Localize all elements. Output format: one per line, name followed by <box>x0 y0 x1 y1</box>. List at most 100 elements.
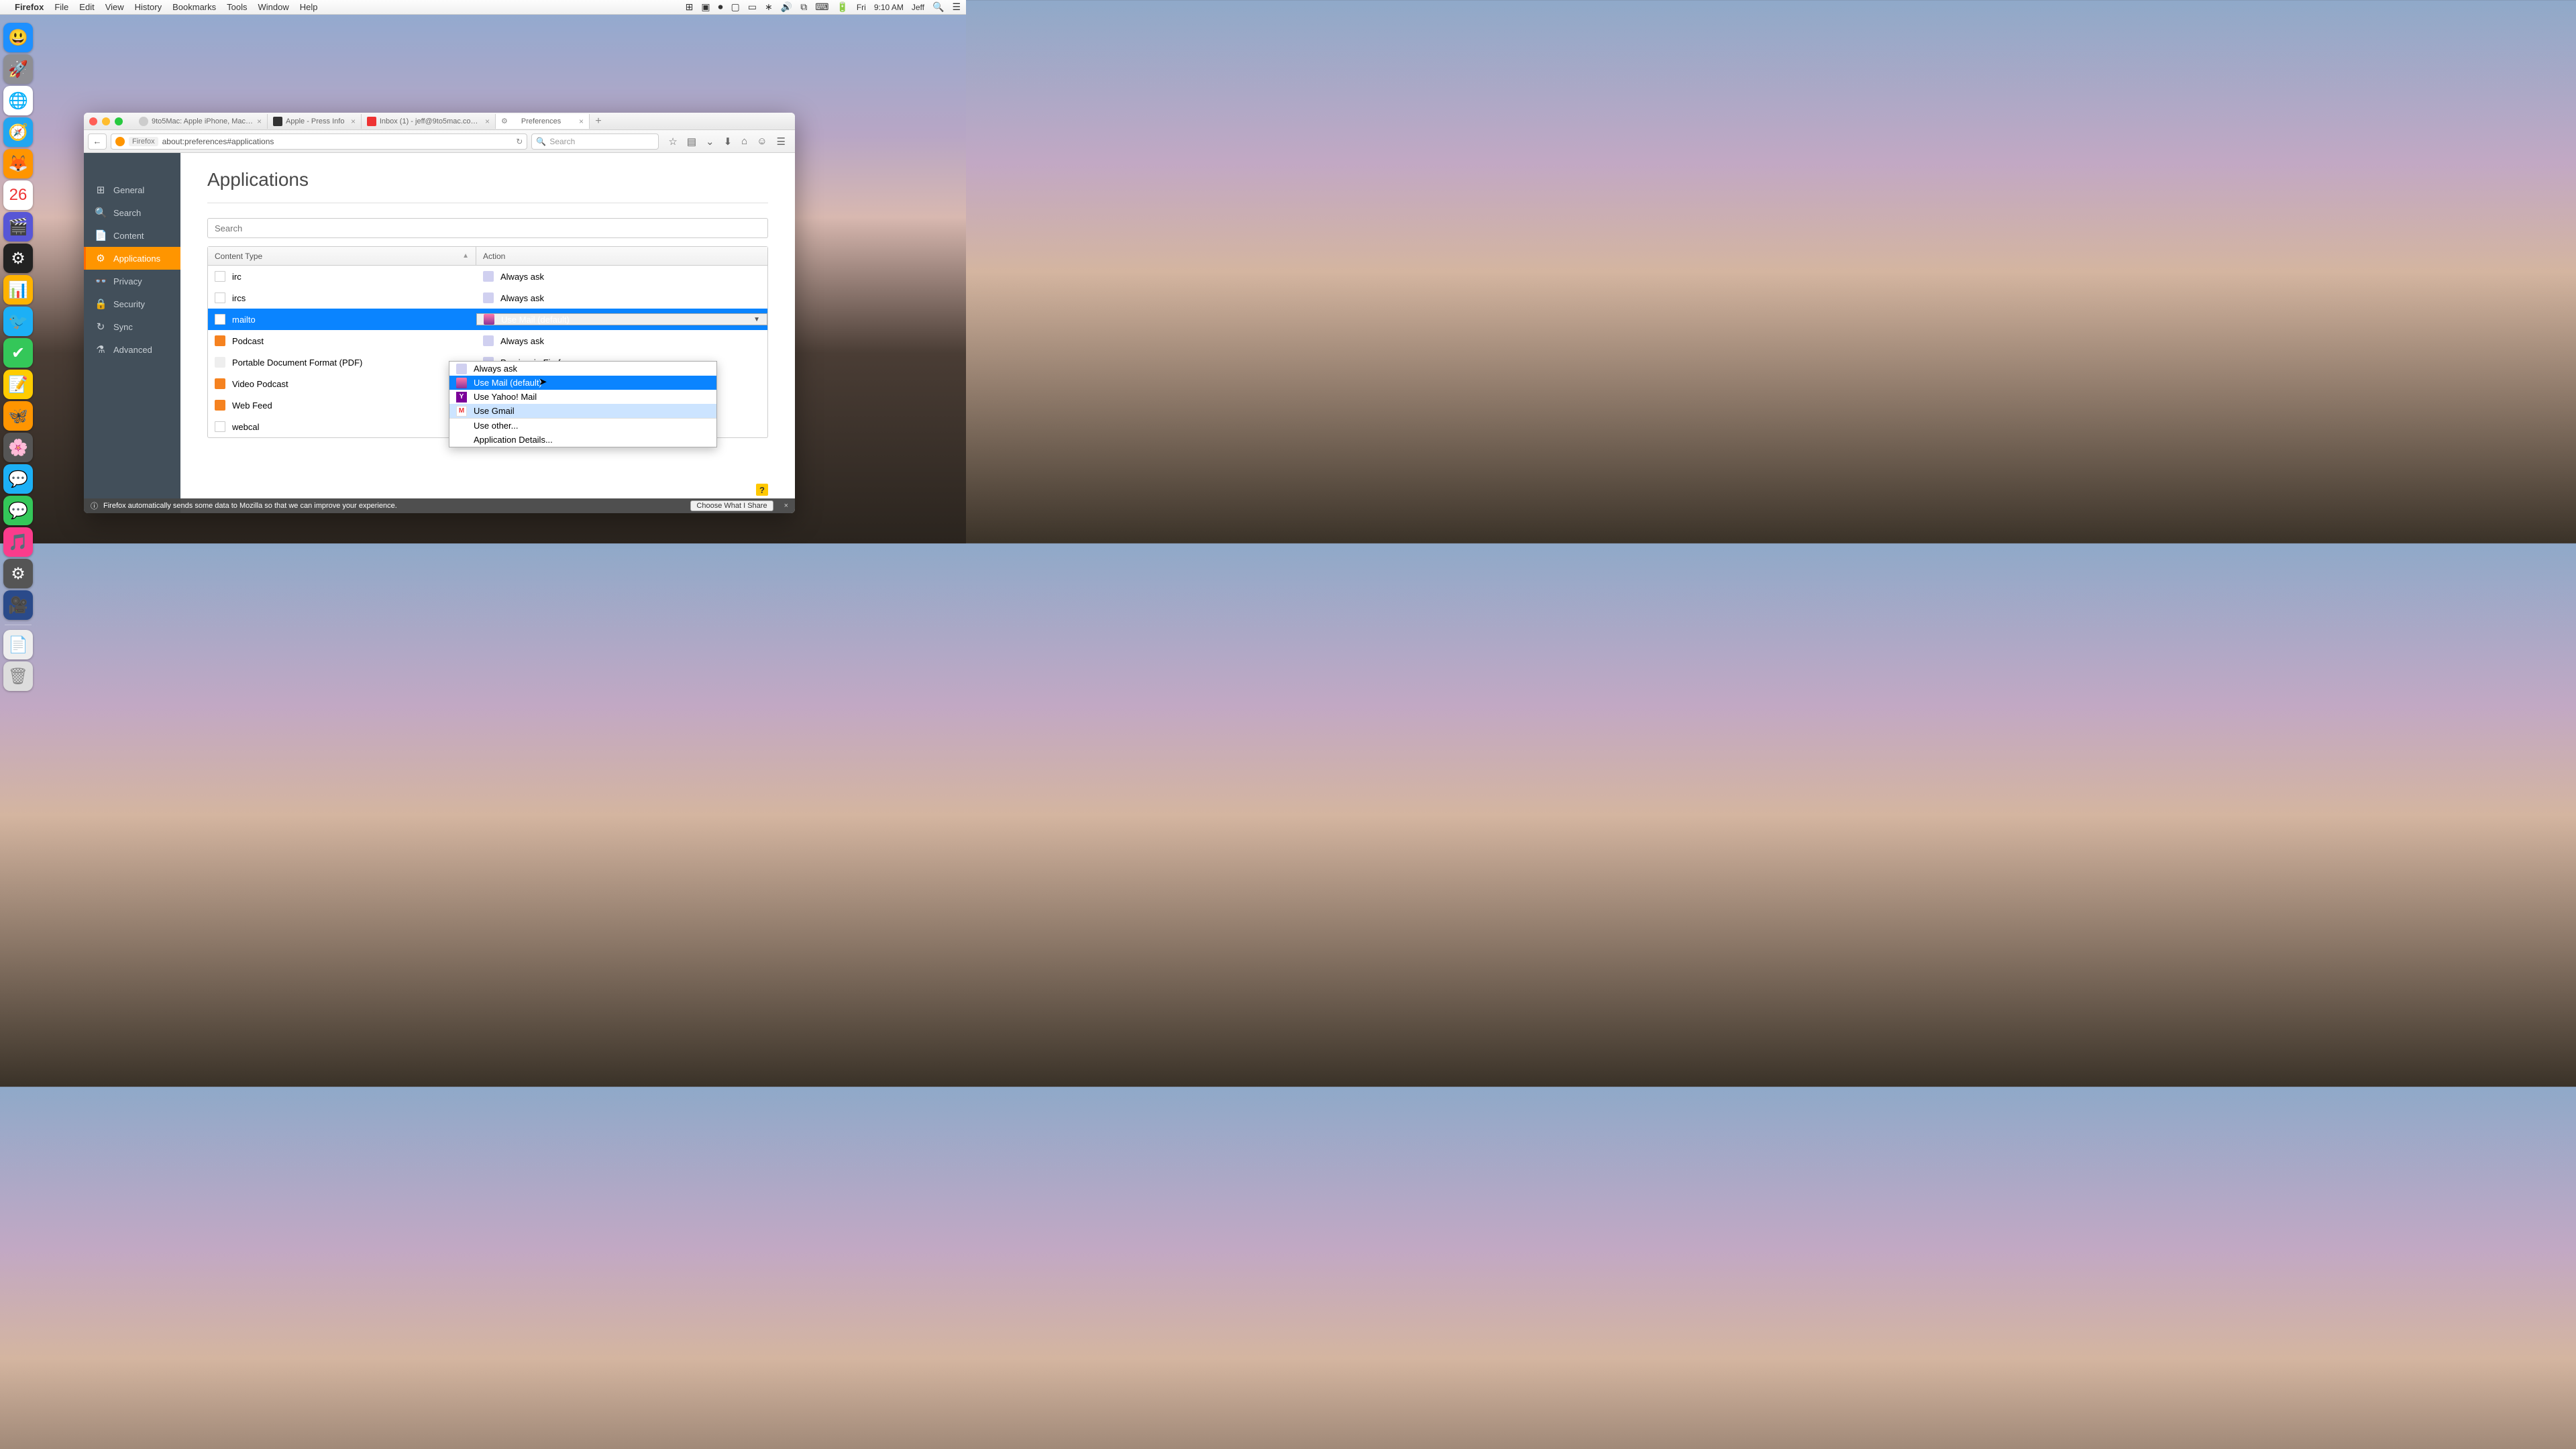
dropdown-item[interactable]: Always ask <box>449 362 716 376</box>
mac-menubar: Firefox File Edit View History Bookmarks… <box>0 0 966 15</box>
sidenav-general[interactable]: ⊞General <box>84 178 180 201</box>
menubar-airplay-icon[interactable]: ▢ <box>731 1 740 13</box>
menubar-bluetooth-icon[interactable]: ∗ <box>765 1 773 13</box>
new-tab-button[interactable]: + <box>590 115 607 127</box>
hamburger-menu-icon[interactable]: ☰ <box>777 136 786 148</box>
dropdown-item[interactable]: Use Mail (default) <box>449 376 716 390</box>
menubar-username[interactable]: Jeff <box>912 3 924 12</box>
tab-close-icon[interactable]: × <box>257 117 262 126</box>
notification-close-icon[interactable]: × <box>784 502 788 510</box>
menu-bookmarks[interactable]: Bookmarks <box>172 2 216 12</box>
menu-file[interactable]: File <box>54 2 68 12</box>
table-row[interactable]: ircAlways ask <box>208 266 767 287</box>
dock-finder-icon[interactable]: 😃 <box>3 23 33 52</box>
spotlight-icon[interactable]: 🔍 <box>932 1 944 13</box>
table-row[interactable]: mailtoUse Mail (default)▼ <box>208 309 767 330</box>
window-maximize-button[interactable] <box>115 117 123 125</box>
menubar-textinput-icon[interactable]: ⌨ <box>815 1 828 13</box>
url-bar[interactable]: Firefox about:preferences#applications ↻ <box>111 133 527 150</box>
dock-finalcut-icon[interactable]: 🎬 <box>3 212 33 241</box>
sidenav-advanced[interactable]: ⚗Advanced <box>84 338 180 361</box>
tab-close-icon[interactable]: × <box>351 117 356 126</box>
dock-safari-icon[interactable]: 🧭 <box>3 117 33 147</box>
menubar-screenrec-icon[interactable]: ⏺ <box>718 1 723 13</box>
browser-tab[interactable]: Apple - Press Info × <box>268 114 362 129</box>
dropdown-item[interactable]: Application Details... <box>449 433 716 447</box>
browser-tab[interactable]: Inbox (1) - jeff@9to5mac.com... × <box>362 114 496 129</box>
dock-butterfly-icon[interactable]: 🦋 <box>3 401 33 431</box>
pocket-icon[interactable]: ⌄ <box>706 136 714 148</box>
dropdown-item[interactable]: YUse Yahoo! Mail <box>449 390 716 404</box>
menubar-app-name[interactable]: Firefox <box>15 2 44 12</box>
dock-hipchat-icon[interactable]: 💬 <box>3 464 33 494</box>
window-close-button[interactable] <box>89 117 97 125</box>
back-button[interactable]: ← <box>88 133 107 150</box>
table-row[interactable]: ircsAlways ask <box>208 287 767 309</box>
home-icon[interactable]: ⌂ <box>741 136 747 147</box>
dropdown-item[interactable]: Use other... <box>449 419 716 433</box>
menubar-day[interactable]: Fri <box>857 3 866 12</box>
choose-what-i-share-button[interactable]: Choose What I Share <box>690 500 773 511</box>
hello-icon[interactable]: ☺ <box>757 136 767 147</box>
menubar-display-icon[interactable]: ▭ <box>748 1 757 13</box>
dock-messages-icon[interactable]: 💬 <box>3 496 33 525</box>
dock-chrome-icon[interactable]: 🌐 <box>3 86 33 115</box>
dock-trash-icon[interactable]: 🗑 <box>3 661 33 691</box>
reload-icon[interactable]: ↻ <box>516 137 523 146</box>
menu-view[interactable]: View <box>105 2 124 12</box>
notificationcenter-icon[interactable]: ☰ <box>952 1 961 13</box>
browser-tab-active[interactable]: ⚙ Preferences × <box>496 114 590 129</box>
menu-edit[interactable]: Edit <box>79 2 94 12</box>
general-icon: ⊞ <box>95 184 107 196</box>
favicon-icon <box>367 117 376 126</box>
menubar-wifi-icon[interactable]: ⧉ <box>800 1 807 13</box>
filter-input[interactable] <box>207 218 768 238</box>
menubar-volume-icon[interactable]: 🔊 <box>781 1 792 13</box>
dock-systemprefs-icon[interactable]: ⚙ <box>3 559 33 588</box>
menubar-battery-icon[interactable]: 🔋 <box>837 1 848 13</box>
sidenav-security[interactable]: 🔒Security <box>84 292 180 315</box>
sidenav-sync[interactable]: ↻Sync <box>84 315 180 338</box>
dock-firefox-icon[interactable]: 🦊 <box>3 149 33 178</box>
bookmark-star-icon[interactable]: ☆ <box>668 136 677 148</box>
notification-text: Firefox automatically sends some data to… <box>103 502 397 510</box>
menubar-dropbox-icon[interactable]: ⊞ <box>686 1 694 13</box>
sidenav-privacy[interactable]: 👓Privacy <box>84 270 180 292</box>
menubar-user-icon[interactable]: ▣ <box>701 1 710 13</box>
action-icon <box>483 335 494 346</box>
sidenav-search[interactable]: 🔍Search <box>84 201 180 224</box>
downloads-icon[interactable]: ⬇ <box>724 136 733 148</box>
column-header-action[interactable]: Action <box>476 247 767 265</box>
menubar-time[interactable]: 9:10 AM <box>874 3 904 12</box>
dock-document-icon[interactable]: 📄 <box>3 630 33 659</box>
window-titlebar[interactable]: 9to5Mac: Apple iPhone, Mac ... × Apple -… <box>84 113 795 130</box>
menu-tools[interactable]: Tools <box>227 2 247 12</box>
dock-things-icon[interactable]: ✔ <box>3 338 33 368</box>
browser-tab[interactable]: 9to5Mac: Apple iPhone, Mac ... × <box>133 114 268 129</box>
dock-launchpad-icon[interactable]: 🚀 <box>3 54 33 84</box>
dock-notes-icon[interactable]: 📝 <box>3 370 33 399</box>
help-badge[interactable]: ? <box>756 484 768 496</box>
dropdown-item[interactable]: MUse Gmail <box>449 404 716 418</box>
dock-compressor-icon[interactable]: ⚙ <box>3 244 33 273</box>
sidenav-content[interactable]: 📄Content <box>84 224 180 247</box>
menu-help[interactable]: Help <box>300 2 318 12</box>
readinglist-icon[interactable]: ▤ <box>687 136 696 148</box>
dock-screenflow-icon[interactable]: 🎥 <box>3 590 33 620</box>
search-bar[interactable]: 🔍 Search <box>531 133 659 150</box>
menu-history[interactable]: History <box>135 2 162 12</box>
window-minimize-button[interactable] <box>102 117 110 125</box>
dock-photos-icon[interactable]: 🌸 <box>3 433 33 462</box>
dock-tweetbot-icon[interactable]: 🐦 <box>3 307 33 336</box>
table-row[interactable]: PodcastAlways ask <box>208 330 767 352</box>
sidenav-applications[interactable]: ⚙Applications <box>84 247 180 270</box>
column-header-content-type[interactable]: Content Type▲ <box>208 247 476 265</box>
dock-calendar-icon[interactable]: 26 <box>3 180 33 210</box>
search-icon: 🔍 <box>95 207 107 219</box>
dock-iwork-icon[interactable]: 📊 <box>3 275 33 305</box>
tab-close-icon[interactable]: × <box>485 117 490 126</box>
menu-window[interactable]: Window <box>258 2 289 12</box>
tab-close-icon[interactable]: × <box>579 117 584 126</box>
chevron-down-icon[interactable]: ▼ <box>753 316 760 323</box>
dock-itunes-icon[interactable]: 🎵 <box>3 527 33 557</box>
